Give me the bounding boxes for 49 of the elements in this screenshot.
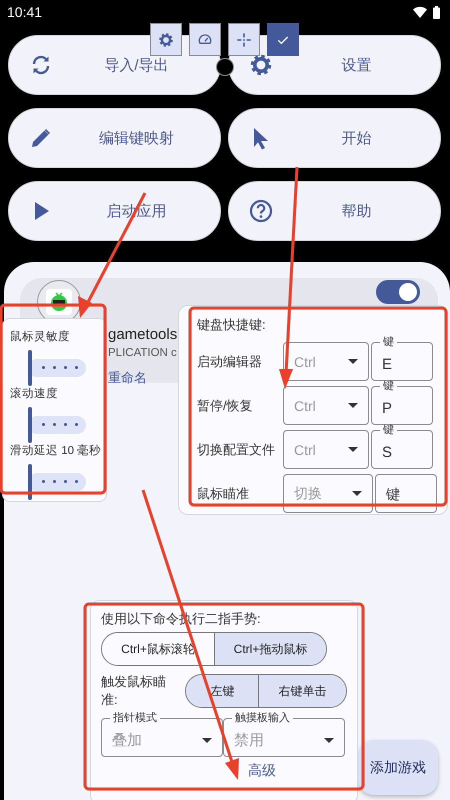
- slider-track[interactable]: [28, 464, 86, 500]
- mode-dropdown[interactable]: 触摸板输入 禁用: [223, 711, 345, 757]
- gear-icon: [158, 32, 174, 48]
- clock: 10:41: [7, 4, 42, 20]
- slider-label: 滑动延迟 10 毫秒: [10, 443, 102, 459]
- shortcut-label: 暂停/恢复: [197, 396, 254, 414]
- gesture-option[interactable]: Ctrl+拖动鼠标: [214, 633, 326, 665]
- aim-option[interactable]: 左键: [186, 675, 258, 707]
- action-button[interactable]: 帮助: [228, 181, 441, 241]
- slider-thumb[interactable]: [28, 406, 32, 442]
- enable-toggle[interactable]: [376, 280, 420, 304]
- add-game-button[interactable]: 添加游戏: [358, 740, 438, 795]
- slider-thumb[interactable]: [28, 350, 32, 386]
- mode-dropdown[interactable]: 指针模式 叠加: [101, 711, 223, 757]
- toolbar-button[interactable]: [189, 23, 221, 56]
- aim-option[interactable]: 右键单击: [258, 675, 346, 707]
- toolbar-button[interactable]: [150, 23, 182, 56]
- aim-label: 触发鼠标瞄准:: [101, 673, 167, 709]
- shortcut-label: 启动编辑器: [197, 352, 263, 370]
- caret-icon: [324, 738, 334, 744]
- caret-icon: [348, 358, 358, 364]
- package-name: PLICATION c: [108, 347, 177, 359]
- caret-icon: [348, 402, 358, 408]
- slider-label: 滚动速度: [10, 386, 58, 402]
- advanced-link[interactable]: 高级: [248, 762, 276, 780]
- rename-link[interactable]: 重命名: [108, 369, 147, 387]
- caret-icon: [202, 738, 212, 744]
- shortcut-label: 切换配置文件: [197, 440, 276, 458]
- key-field[interactable]: 键 E: [371, 335, 433, 381]
- shortcut-label: 鼠标瞄准: [197, 484, 250, 502]
- slider-track[interactable]: [28, 350, 86, 386]
- action-button[interactable]: 编辑键映射: [8, 108, 221, 168]
- section-title: 键盘快捷键:: [197, 316, 267, 334]
- caret-icon: [352, 490, 362, 496]
- action-button[interactable]: 开始: [228, 108, 441, 168]
- battery-icon: [433, 6, 440, 18]
- move-icon: [236, 32, 252, 48]
- slider-label: 鼠标灵敏度: [10, 330, 70, 345]
- gear-icon: [249, 53, 273, 77]
- wifi-icon: [413, 6, 427, 18]
- caret-icon: [348, 446, 358, 452]
- pencil-icon: [29, 126, 53, 150]
- key-field[interactable]: 键 P: [371, 379, 433, 425]
- help-icon: [249, 199, 273, 223]
- slider-thumb[interactable]: [28, 464, 32, 500]
- key-field[interactable]: 键: [375, 474, 437, 513]
- key-field[interactable]: 键 S: [371, 423, 433, 469]
- app-name: gametools: [108, 326, 178, 343]
- slider-track[interactable]: [28, 406, 86, 442]
